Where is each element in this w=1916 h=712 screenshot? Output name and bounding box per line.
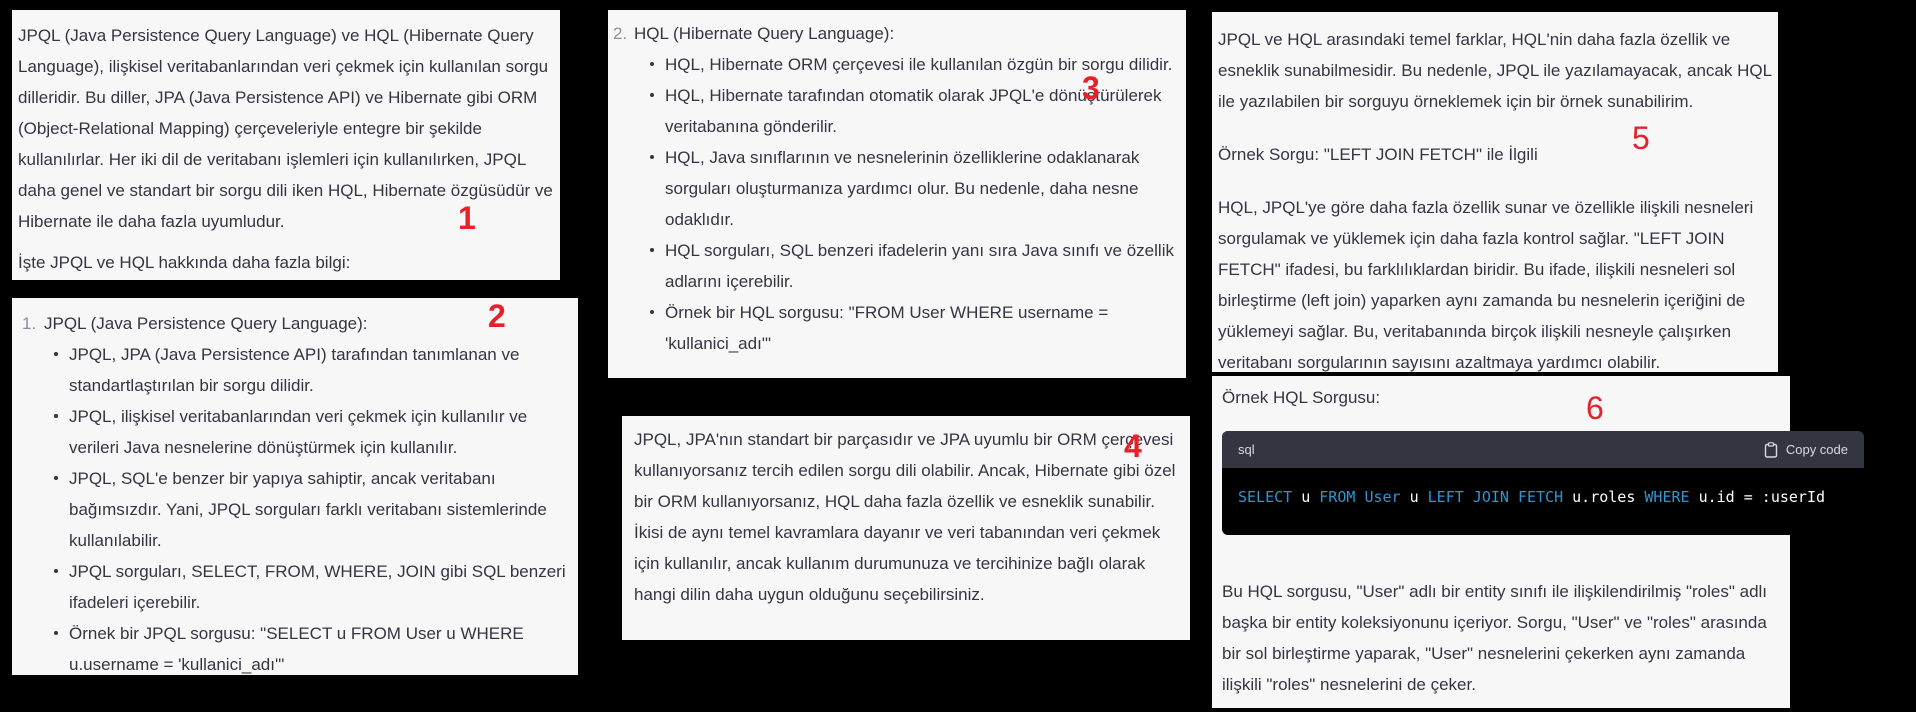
panel-6-paragraph: Bu HQL sorgusu, "User" adlı bir entity s… (1222, 582, 1768, 694)
jpql-list: 1. JPQL (Java Persistence Query Language… (12, 308, 570, 675)
code-token: u (1292, 488, 1320, 506)
panel-1: JPQL (Java Persistence Query Language) v… (12, 10, 560, 280)
list-number: 1. (22, 314, 37, 333)
hql-bullet: HQL, Java sınıflarının ve nesnelerinin ö… (640, 142, 1176, 235)
panel-5: JPQL ve HQL arasındaki temel farklar, HQ… (1212, 12, 1778, 372)
jpql-bullet: Örnek bir JPQL sorgusu: "SELECT u FROM U… (44, 618, 570, 675)
code-token: u.roles (1563, 488, 1645, 506)
panel-6-marker: 6 (1586, 390, 1604, 426)
panel-6: Örnek HQL Sorgusu: 6 Bu HQL sorgusu, "Us… (1212, 376, 1790, 708)
hql-bullet: HQL sorguları, SQL benzeri ifadelerin ya… (640, 235, 1176, 297)
panel-4-paragraph: JPQL, JPA'nın standart bir parçasıdır ve… (634, 430, 1176, 604)
code-token-keyword: FROM (1319, 488, 1356, 506)
jpql-bullet: JPQL sorguları, SELECT, FROM, WHERE, JOI… (44, 556, 570, 618)
clipboard-icon (1764, 441, 1778, 458)
jpql-heading: JPQL (Java Persistence Query Language): (44, 314, 368, 333)
panel-5-paragraph-1: JPQL ve HQL arasındaki temel farklar, HQ… (1218, 30, 1772, 111)
panel-5-paragraph-2: Örnek Sorgu: "LEFT JOIN FETCH" ile İlgil… (1218, 145, 1538, 164)
copy-code-label: Copy code (1785, 442, 1848, 457)
panel-3: 2. HQL (Hibernate Query Language): HQL, … (608, 10, 1186, 378)
code-token-keyword: WHERE (1644, 488, 1690, 506)
panel-1-marker: 1 (458, 200, 476, 236)
hql-heading: HQL (Hibernate Query Language): (634, 24, 895, 43)
code-token-keyword: SELECT (1238, 488, 1293, 506)
panel-2: 1. JPQL (Java Persistence Query Language… (12, 298, 578, 675)
jpql-bullet: JPQL, SQL'e benzer bir yapıya sahiptir, … (44, 463, 570, 556)
code-token-keyword: LEFT JOIN FETCH (1427, 488, 1564, 506)
code-content[interactable]: SELECT u FROM User u LEFT JOIN FETCH u.r… (1222, 468, 1864, 526)
jpql-bullet: JPQL, JPA (Java Persistence API) tarafın… (44, 339, 570, 401)
code-token-table: User (1364, 488, 1401, 506)
hql-bullet: Örnek bir HQL sorgusu: "FROM User WHERE … (640, 297, 1176, 359)
code-block: sql Copy code SELECT u FROM User u LEFT … (1222, 431, 1864, 535)
panel-4: JPQL, JPA'nın standart bir parçasıdır ve… (622, 416, 1190, 640)
panel-5-marker: 5 (1632, 120, 1650, 156)
code-language: sql (1238, 442, 1255, 457)
code-token: u (1400, 488, 1428, 506)
panel-4-marker: 4 (1124, 428, 1142, 464)
panel-3-marker: 3 (1082, 70, 1100, 106)
copy-code-button[interactable]: Copy code (1764, 441, 1848, 458)
jpql-list-item: 1. JPQL (Java Persistence Query Language… (12, 308, 570, 675)
list-number: 2. (613, 24, 628, 43)
jpql-bullets: JPQL, JPA (Java Persistence API) tarafın… (44, 339, 570, 675)
panel-1-footer: İşte JPQL ve HQL hakkında daha fazla bil… (18, 253, 351, 272)
jpql-bullet: JPQL, ilişkisel veritabanlarından veri ç… (44, 401, 570, 463)
panel-5-paragraph-3: HQL, JPQL'ye göre daha fazla özellik sun… (1218, 198, 1754, 372)
panel-2-marker: 2 (488, 298, 506, 334)
code-token: u.id = :userId (1689, 488, 1826, 506)
panel-6-heading: Örnek HQL Sorgusu: (1222, 388, 1381, 407)
code-header: sql Copy code (1222, 431, 1864, 468)
